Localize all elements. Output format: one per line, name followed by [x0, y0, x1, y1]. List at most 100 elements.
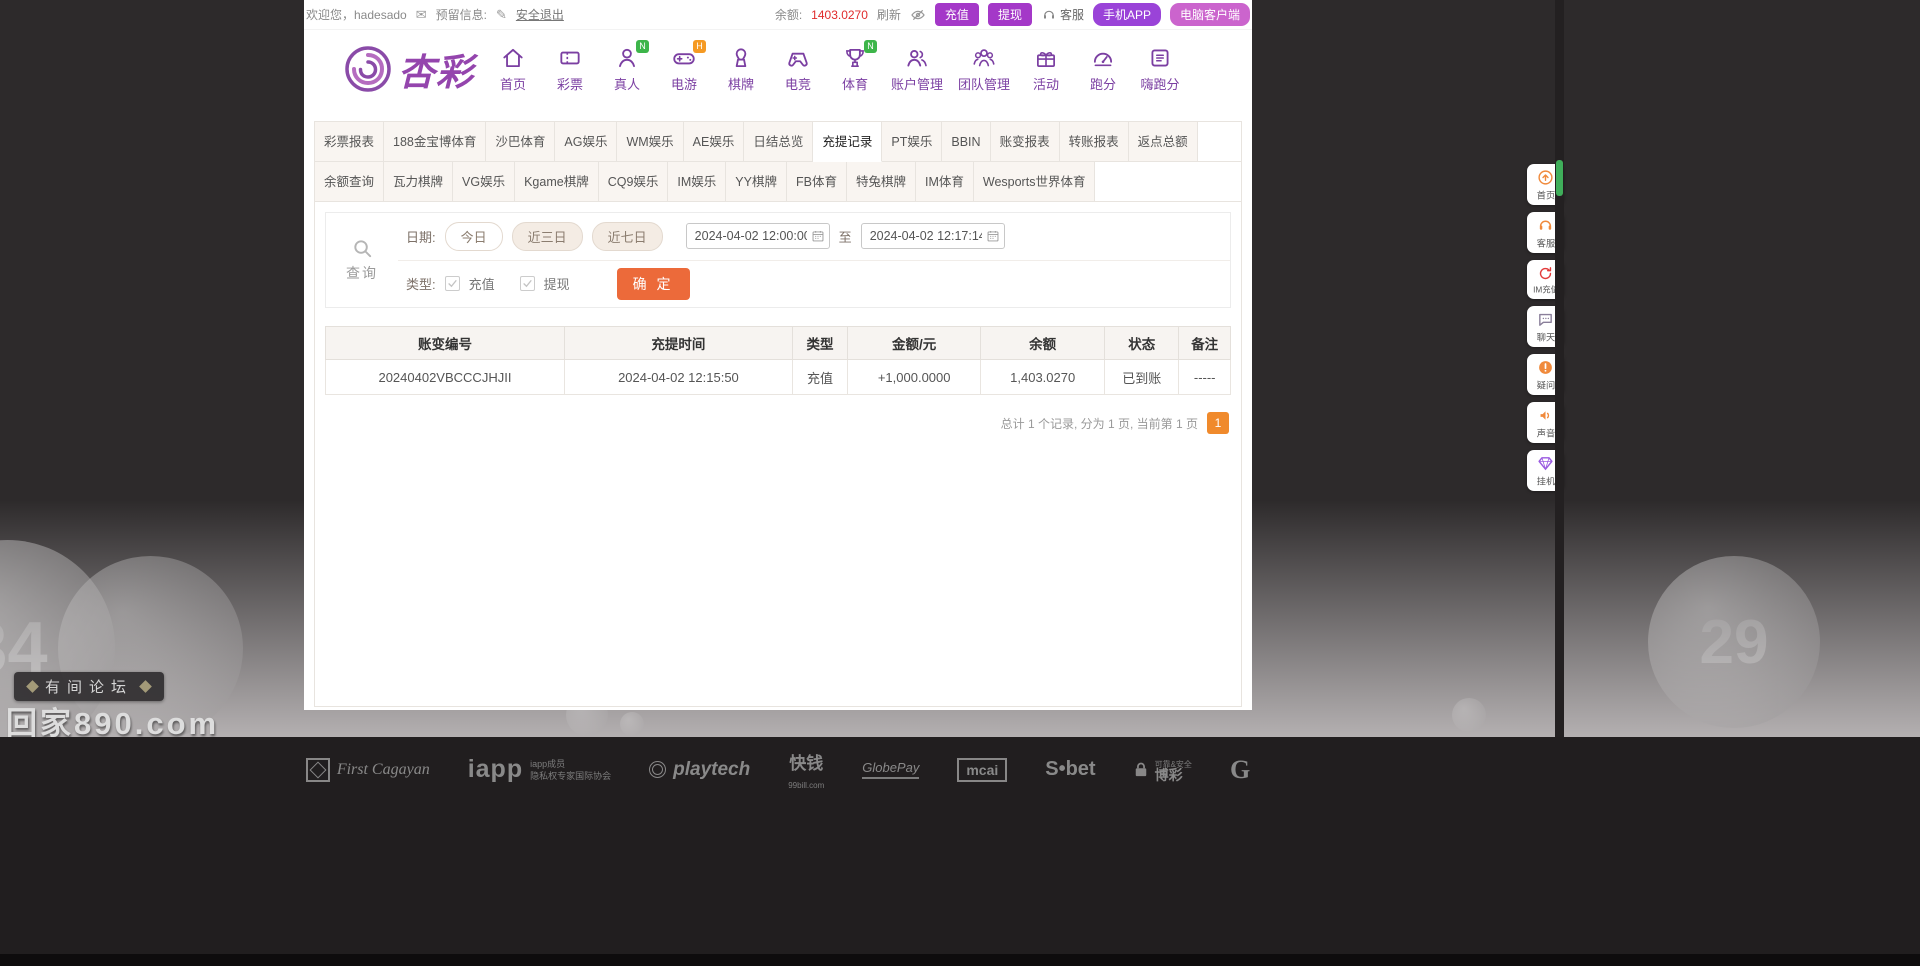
nav-item-chess[interactable]: 棋牌 — [720, 45, 762, 93]
nav-item-team-management[interactable]: 团队管理 — [958, 45, 1010, 93]
quick-3days-button[interactable]: 近三日 — [511, 221, 583, 251]
hot-badge: H — [693, 40, 706, 53]
customer-service-link[interactable]: 客服 — [1041, 6, 1084, 23]
footer: First Cagayan iapp iapp成员 隐私权专家国际协会 play… — [0, 737, 1920, 966]
tab-ae[interactable]: AE娱乐 — [683, 122, 745, 162]
calendar-icon[interactable] — [986, 229, 1000, 243]
sidebar-label: 聊天 — [1536, 333, 1555, 344]
page-1-button[interactable]: 1 — [1207, 412, 1229, 434]
mobile-app-button[interactable]: 手机APP — [1092, 3, 1161, 26]
tab-transfer-report[interactable]: 转账报表 — [1059, 122, 1129, 162]
check-icon — [448, 280, 457, 288]
ornament-icon — [26, 680, 39, 693]
confirm-button[interactable]: 确 定 — [616, 267, 690, 300]
nav-item-egame[interactable]: H 电游 — [663, 40, 706, 93]
recharge-refresh-icon — [1539, 267, 1552, 280]
tab-lottery-report[interactable]: 彩票报表 — [315, 122, 385, 162]
nav-item-hi-paofen[interactable]: 嗨跑分 — [1139, 45, 1181, 93]
tab-ag[interactable]: AG娱乐 — [555, 122, 618, 162]
nav-label: 跑分 — [1090, 77, 1117, 92]
tab-yy-chess[interactable]: YY棋牌 — [726, 162, 787, 202]
nav-item-esports[interactable]: 电竞 — [777, 45, 819, 93]
nav-item-live[interactable]: N 真人 — [606, 40, 649, 93]
tab-daily-summary[interactable]: 日结总览 — [744, 122, 814, 162]
tab-wm[interactable]: WM娱乐 — [617, 122, 684, 162]
nav-item-paofen[interactable]: 跑分 — [1082, 45, 1124, 93]
nav-label: 体育 — [841, 77, 868, 92]
nav-item-account-management[interactable]: 账户管理 — [891, 45, 943, 93]
withdraw-checkbox[interactable] — [519, 276, 535, 292]
footer-logo-text: G — [1229, 754, 1251, 784]
mail-icon[interactable]: ✉ — [416, 7, 427, 23]
tab-bbin[interactable]: BBIN — [942, 122, 991, 162]
deposit-button[interactable]: 充值 — [934, 3, 979, 26]
date-from-input[interactable] — [685, 223, 830, 250]
content-column: 欢迎您，hadesado ✉ 预留信息: ✎ 安全退出 余额: 1403.027… — [304, 0, 1252, 710]
tab-row-filler — [1197, 122, 1241, 162]
date-to-input[interactable] — [860, 223, 1005, 250]
withdraw-checkbox-label[interactable]: 提现 — [544, 274, 570, 293]
tab-fb-sport[interactable]: FB体育 — [786, 162, 847, 202]
playtech-emblem-icon — [649, 761, 667, 778]
nav-item-home[interactable]: 首页 — [492, 45, 534, 93]
tab-tetu-chess[interactable]: 特兔棋牌 — [846, 162, 916, 202]
logout-link[interactable]: 安全退出 — [516, 6, 564, 23]
search-icon — [353, 240, 371, 258]
tab-kgame[interactable]: Kgame棋牌 — [515, 162, 599, 202]
balance-label: 余额: — [774, 8, 803, 22]
filter-rows: 日期: 今日 近三日 近七日 至 — [398, 213, 1230, 307]
query-label: 查询 — [346, 265, 378, 281]
col-header-amount: 金额/元 — [847, 326, 982, 360]
lock-icon — [1135, 762, 1146, 776]
cell-balance: 1,403.0270 — [980, 359, 1106, 395]
arrow-up-circle-icon — [1538, 170, 1553, 185]
footer-logo-text: iapp — [467, 755, 524, 783]
cell-time: 2024-04-02 12:15:50 — [563, 359, 793, 395]
nav-item-sports[interactable]: N 体育 — [834, 40, 877, 93]
deposit-checkbox[interactable] — [444, 276, 460, 292]
cell-amount: +1,000.0000 — [847, 359, 982, 395]
footer-logo-text: GlobePay — [862, 760, 920, 779]
brand-logo[interactable]: 杏彩 — [344, 42, 474, 96]
tab-188-sport[interactable]: 188金宝博体育 — [384, 122, 487, 162]
pc-client-button[interactable]: 电脑客户端 — [1169, 3, 1250, 26]
nav-item-activity[interactable]: 活动 — [1025, 45, 1067, 93]
filter-panel: 查询 日期: 今日 近三日 近七日 2024-04-02 12:00:00 至 … — [325, 212, 1231, 308]
footer-logo-playtech: playtech — [649, 759, 750, 781]
tab-pt[interactable]: PT娱乐 — [882, 122, 943, 162]
scrollbar-thumb[interactable] — [1556, 160, 1563, 196]
decor-bubble — [1452, 698, 1486, 732]
footer-logo-mcai: mcai — [957, 757, 1008, 782]
tab-im-sport[interactable]: IM体育 — [915, 162, 974, 202]
withdraw-button[interactable]: 提现 — [987, 3, 1032, 26]
tab-account-change-report[interactable]: 账变报表 — [990, 122, 1060, 162]
calendar-icon[interactable] — [811, 229, 825, 243]
controller-icon — [788, 52, 808, 67]
tab-wesports[interactable]: Wesports世界体育 — [973, 162, 1096, 202]
nav-item-lottery[interactable]: 彩票 — [549, 45, 591, 93]
tab-wali-chess[interactable]: 瓦力棋牌 — [384, 162, 454, 202]
footer-logo-bocai: 可靠&安全 博彩 — [1134, 759, 1192, 782]
tab-balance-query[interactable]: 余额查询 — [315, 162, 385, 202]
footer-logo-text: 快钱 — [789, 754, 824, 773]
tab-cq9[interactable]: CQ9娱乐 — [598, 162, 669, 202]
nav-items: 首页 彩票 N 真人 H 电游 棋牌 电竞 N 体育 账户管理 团队管理 活动 … — [492, 40, 1181, 93]
cell-type: 充值 — [791, 359, 849, 395]
tab-vg[interactable]: VG娱乐 — [453, 162, 516, 202]
quick-today-button[interactable]: 今日 — [444, 221, 503, 251]
quick-7days-button[interactable]: 近七日 — [591, 221, 663, 251]
col-header-record-id: 账变编号 — [325, 326, 565, 360]
tab-rebate-total[interactable]: 返点总额 — [1128, 122, 1198, 162]
deposit-checkbox-label[interactable]: 充值 — [469, 274, 495, 293]
sidebar-label: 客服 — [1536, 239, 1555, 250]
edit-icon[interactable]: ✎ — [496, 7, 507, 23]
query-block: 查询 — [326, 213, 398, 307]
tab-im-entertainment[interactable]: IM娱乐 — [668, 162, 727, 202]
tab-saba-sport[interactable]: 沙巴体育 — [486, 122, 556, 162]
team-icon — [973, 49, 995, 67]
refresh-link[interactable]: 刷新 — [877, 6, 901, 23]
nav-label: 真人 — [613, 77, 640, 92]
eye-off-icon[interactable] — [910, 7, 926, 23]
tab-deposit-withdraw-records[interactable]: 充提记录 — [813, 122, 883, 162]
main-navbar: 杏彩 首页 彩票 N 真人 H 电游 棋牌 电竞 N 体育 账户管理 团队管理 … — [304, 30, 1252, 108]
